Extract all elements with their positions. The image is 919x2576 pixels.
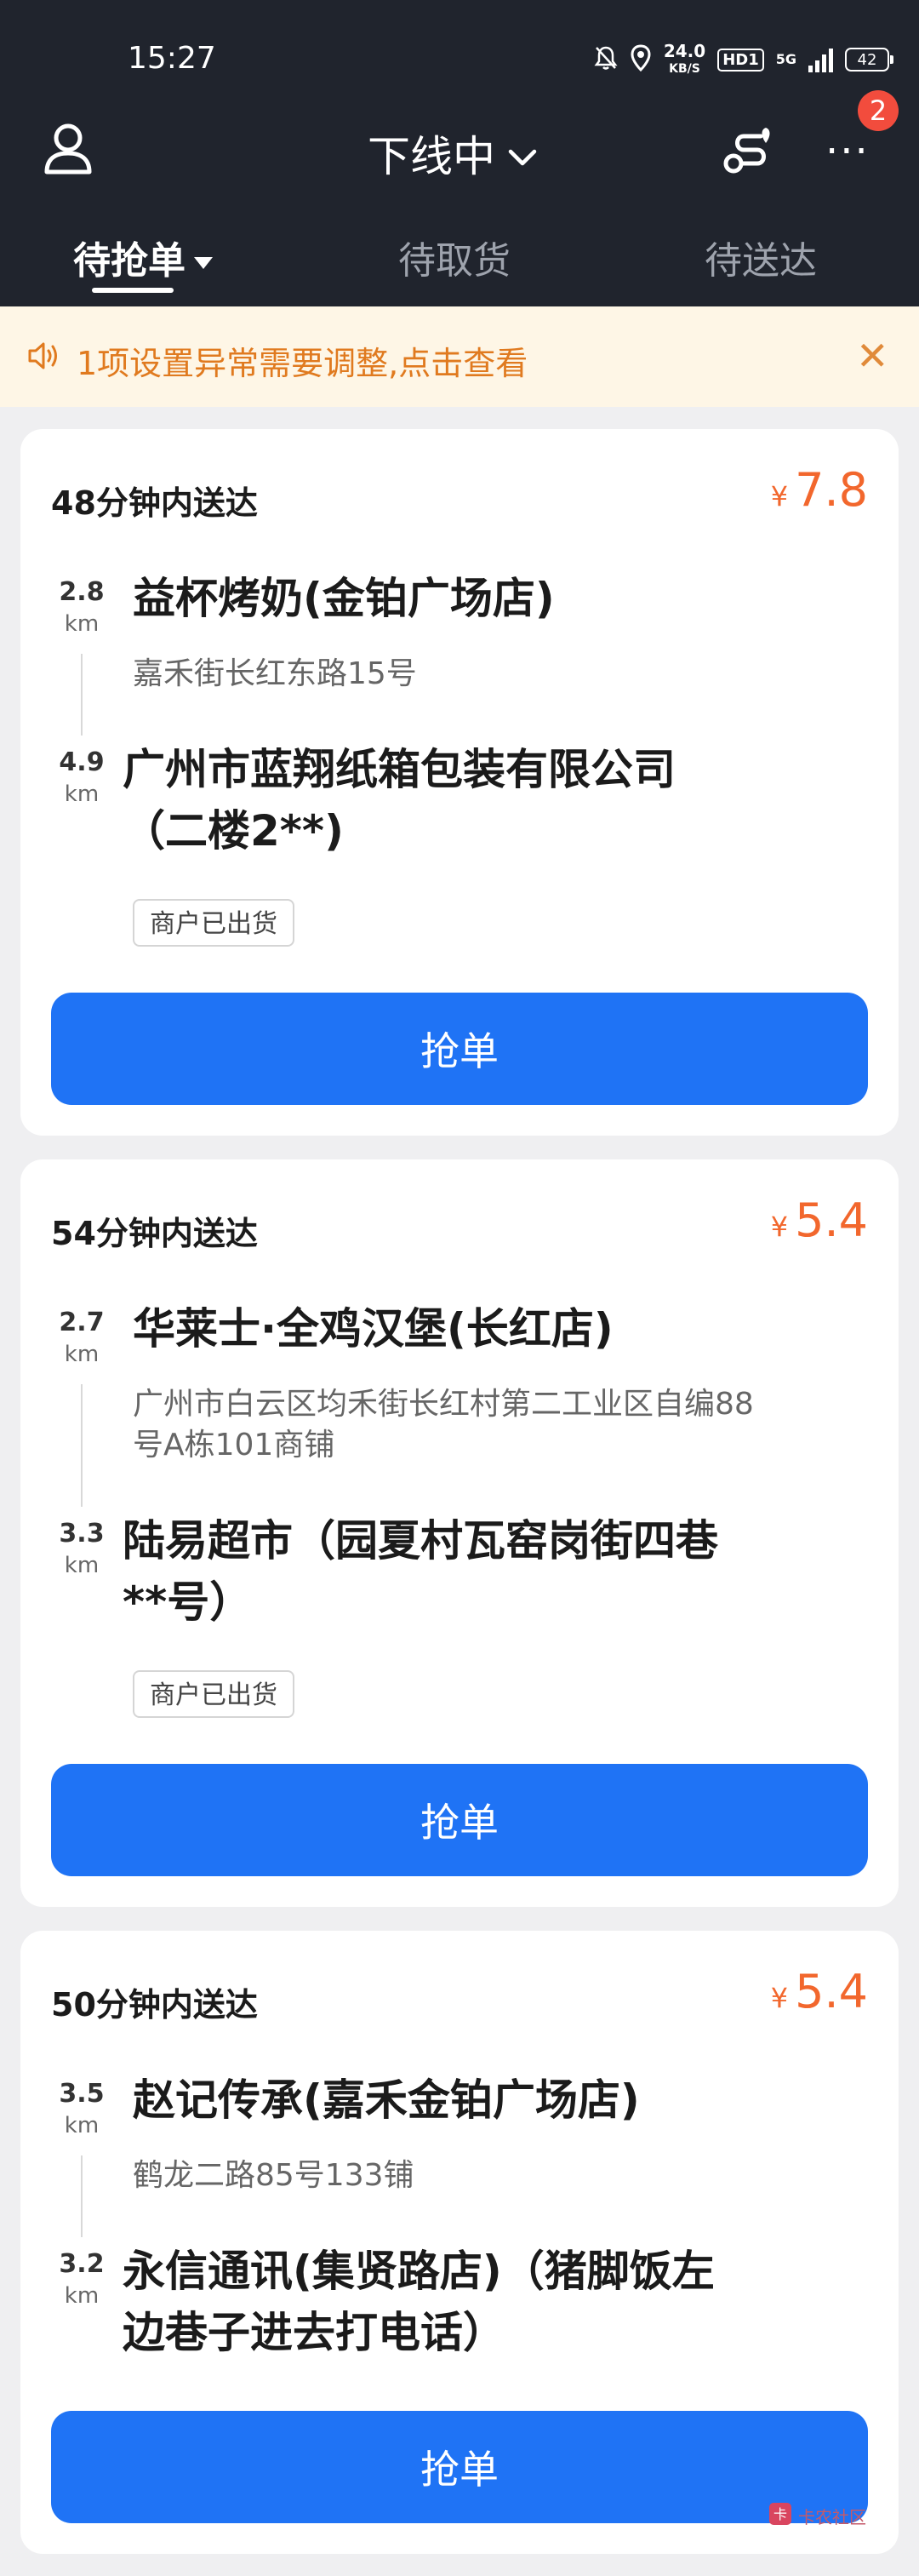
hd-badge: HD1 <box>717 48 764 72</box>
order-card[interactable]: 54分钟内送达 ¥5.4 2.7 km 华莱士·全鸡汉堡(长红店) 广州市白云区… <box>20 1159 899 1907</box>
status-time: 15:27 <box>128 41 216 76</box>
currency-symbol: ¥ <box>770 1211 789 1243</box>
distance-unit: km <box>64 2283 100 2309</box>
order-card[interactable]: 48分钟内送达 ¥7.8 2.8 km 益杯烤奶(金铂广场店) 嘉禾街长红东路1… <box>20 429 899 1136</box>
status-badge: 商户已出货 <box>133 1670 294 1718</box>
route-connector-line <box>81 1384 83 1507</box>
drop-address: 永信通讯(集贤路店)（猪脚饭左 边巷子进去打电话） <box>123 2241 715 2363</box>
distance-unit: km <box>64 2113 100 2138</box>
pickup-distance: 2.7 <box>59 1308 105 1337</box>
distance-unit: km <box>64 611 100 637</box>
drop-address-line: （二楼2**) <box>123 806 344 856</box>
tab-pending-delivery[interactable]: 待送达 <box>705 230 817 284</box>
deliver-time: 50分钟内送达 <box>51 1986 258 2024</box>
drop-distance: 4.9 <box>59 747 105 777</box>
nav-bar: 下线中 ··· 2 <box>0 90 919 194</box>
price-value: 5.4 <box>795 1194 868 1247</box>
deliver-time: 54分钟内送达 <box>51 1215 258 1252</box>
pickup-distance: 3.5 <box>59 2079 105 2109</box>
close-icon[interactable]: ✕ <box>856 332 889 380</box>
caret-down-icon <box>194 257 213 269</box>
drop-address-line: **号） <box>123 1577 253 1627</box>
drop-distance: 3.2 <box>59 2249 105 2279</box>
order-price: ¥7.8 <box>771 463 868 517</box>
drop-address-line: 边巷子进去打电话） <box>123 2308 505 2357</box>
more-options-icon[interactable]: ··· <box>825 131 870 172</box>
drop-address: 广州市蓝翔纸箱包装有限公司 （二楼2**) <box>123 739 676 862</box>
order-tabs: 待抢单 待取货 待送达 <box>0 223 919 306</box>
settings-notice-banner[interactable]: 1项设置异常需要调整,点击查看 ✕ <box>0 306 919 407</box>
route-connector-line <box>81 654 83 736</box>
chevron-down-icon <box>507 129 538 178</box>
distance-unit: km <box>64 1553 100 1578</box>
distance-unit: km <box>64 781 100 807</box>
tab-pending-grab[interactable]: 待抢单 <box>73 230 213 284</box>
net-speed-unit: KB/S <box>669 61 700 76</box>
drop-address-line: 永信通讯(集贤路店)（猪脚饭左 <box>123 2247 715 2296</box>
drop-address-line: 广州市蓝翔纸箱包装有限公司 <box>123 745 676 794</box>
pickup-address-line: 号A栋101商铺 <box>133 1428 335 1463</box>
tab-label: 待抢单 <box>73 239 186 283</box>
order-price: ¥5.4 <box>771 1965 868 2018</box>
notice-text: 1项设置异常需要调整,点击查看 <box>77 345 528 382</box>
user-profile-icon[interactable] <box>43 121 94 179</box>
currency-symbol: ¥ <box>770 1982 789 2014</box>
grab-order-button[interactable]: 抢单 <box>51 993 868 1105</box>
svg-text:卡: 卡 <box>773 2506 787 2522</box>
online-status-label: 下线中 <box>368 132 495 181</box>
pickup-shop-name: 益杯烤奶(金铂广场店) <box>133 574 555 623</box>
active-tab-indicator <box>92 288 174 293</box>
online-status-dropdown[interactable]: 下线中 <box>368 123 538 184</box>
pickup-shop-name: 华莱士·全鸡汉堡(长红店) <box>133 1304 614 1354</box>
status-icons: 24.0 KB/S HD1 5G 42 <box>594 36 893 83</box>
currency-symbol: ¥ <box>770 480 789 512</box>
drop-distance: 3.3 <box>59 1519 105 1548</box>
mute-bell-icon <box>594 45 618 74</box>
battery-level: 42 <box>845 48 889 72</box>
pickup-address: 广州市白云区均禾街长红村第二工业区自编88 号A栋101商铺 <box>133 1384 754 1466</box>
grab-order-button[interactable]: 抢单 <box>51 2411 868 2523</box>
watermark-text: 卡农社区 <box>798 2506 866 2527</box>
route-map-icon[interactable] <box>722 124 778 180</box>
app-header: 15:27 24.0 KB/S HD1 5G 42 下线中 ··· 2 待抢单 … <box>0 0 919 306</box>
pickup-address: 鹤龙二路85号133铺 <box>133 2158 414 2193</box>
watermark-logo-icon: 卡 <box>768 2501 793 2530</box>
pickup-distance: 2.8 <box>59 577 105 607</box>
tab-label: 待送达 <box>705 239 817 283</box>
order-price: ¥5.4 <box>771 1194 868 1247</box>
signal-icon <box>808 47 833 72</box>
price-value: 5.4 <box>795 1965 868 2018</box>
pickup-address-line: 广州市白云区均禾街长红村第二工业区自编88 <box>133 1387 754 1422</box>
tab-pending-pickup[interactable]: 待取货 <box>398 230 511 284</box>
pickup-address: 嘉禾街长红东路15号 <box>133 656 417 691</box>
location-icon <box>630 44 652 75</box>
order-card[interactable]: 50分钟内送达 ¥5.4 3.5 km 赵记传承(嘉禾金铂广场店) 鹤龙二路85… <box>20 1931 899 2554</box>
price-value: 7.8 <box>795 463 868 517</box>
network-type: 5G <box>775 51 796 67</box>
net-speed-value: 24.0 <box>663 40 706 61</box>
speaker-icon <box>27 341 61 375</box>
status-bar: 15:27 24.0 KB/S HD1 5G 42 <box>0 0 919 102</box>
notification-badge: 2 <box>858 90 899 131</box>
deliver-time: 48分钟内送达 <box>51 484 258 522</box>
drop-address-line: 陆易超市（园夏村瓦窑岗街四巷 <box>123 1516 718 1566</box>
distance-unit: km <box>64 1342 100 1367</box>
watermark: 卡 卡农社区 <box>768 2501 866 2530</box>
battery-icon: 42 <box>845 48 893 72</box>
drop-address: 陆易超市（园夏村瓦窑岗街四巷 **号） <box>123 1510 718 1633</box>
grab-order-button[interactable]: 抢单 <box>51 1764 868 1876</box>
net-speed: 24.0 KB/S <box>664 43 705 77</box>
pickup-shop-name: 赵记传承(嘉禾金铂广场店) <box>133 2075 640 2125</box>
status-badge: 商户已出货 <box>133 899 294 947</box>
route-connector-line <box>81 2155 83 2237</box>
tab-label: 待取货 <box>398 239 511 283</box>
